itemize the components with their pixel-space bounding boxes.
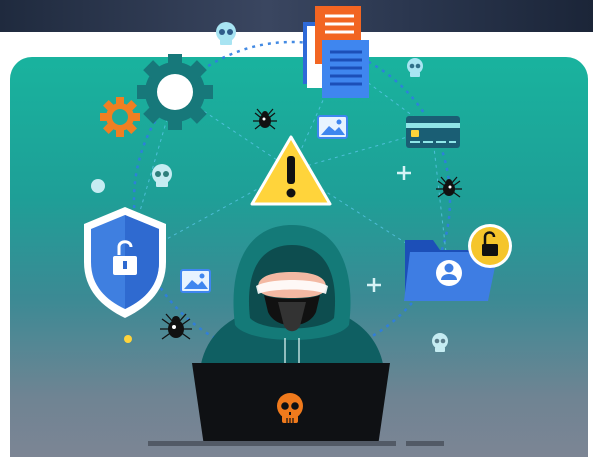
gear-icon (137, 54, 213, 130)
hacker-illustration (84, 6, 512, 446)
warning-icon (250, 135, 332, 206)
bug-icon (253, 108, 277, 130)
image-icon (317, 115, 348, 139)
plus-icon (367, 278, 381, 292)
gear-icon (100, 97, 140, 137)
image-icon (180, 269, 211, 293)
shield-lock-icon (84, 207, 166, 318)
unlock-icon (468, 224, 512, 268)
plus-icon (397, 166, 411, 180)
credit-card-icon (406, 116, 460, 148)
document-icon (303, 6, 369, 98)
bug-icon (436, 176, 462, 198)
skull-icon (152, 164, 172, 187)
hacker-figure (200, 225, 384, 370)
skull-icon (432, 333, 448, 352)
decor-dot (124, 335, 132, 343)
skull-icon (407, 58, 423, 77)
decor-dot (91, 179, 105, 193)
skull-icon (216, 22, 236, 45)
